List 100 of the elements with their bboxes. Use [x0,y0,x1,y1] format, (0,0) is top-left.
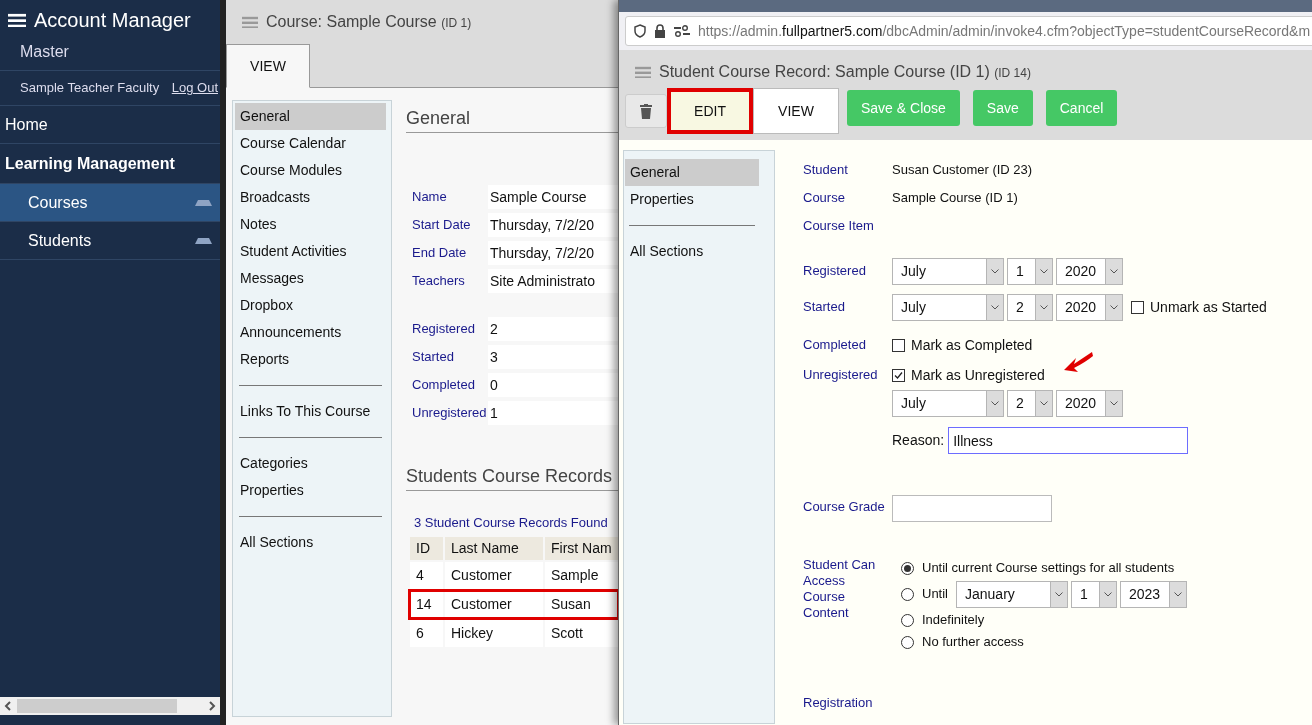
logout-link[interactable]: Log Out [171,78,218,98]
field-label: End Date [411,244,468,263]
dropdown[interactable]: 2020 [1056,258,1123,285]
field-value: Sample Course (ID 1) [892,189,1018,207]
section-nav-item[interactable]: Properties [235,477,386,504]
tab[interactable]: VIEW [753,88,839,134]
record-title: Student Course Record: Sample Course (ID 1) (ID 14) [659,62,1031,82]
section-nav-item[interactable]: Dropbox [235,292,386,319]
count-value: 1 [488,401,618,425]
dropdown[interactable]: July [892,258,1004,285]
dropdown[interactable]: January [956,580,1068,608]
radio-button[interactable] [901,561,914,575]
app-title: Account Manager [34,8,191,33]
count-label: Unregistered [411,404,488,423]
column-header: Last Name [445,536,543,560]
field-label: Student [803,161,849,179]
reason-label: Reason: [892,431,945,450]
dropdown[interactable]: 2020 [1056,294,1123,321]
checkbox[interactable] [892,338,905,352]
sidebar-item[interactable]: Courses [0,184,220,222]
section-nav-item[interactable]: All Sections [625,238,759,265]
records-count: 3 Student Course Records Found [413,514,609,532]
dropdown[interactable]: July [892,294,1004,321]
table-cell: Sample [545,561,618,589]
chevron-left-icon[interactable] [4,701,12,711]
settings-icon[interactable] [674,25,690,37]
user-name: Sample Teacher Faculty [20,79,160,98]
table-cell: 6 [410,619,443,647]
count-value: 0 [488,373,618,397]
column-header: ID [410,536,443,560]
field-label: Unregistered [803,366,879,384]
section-nav-item[interactable]: All Sections [235,529,386,556]
stack-icon [195,237,212,244]
table-cell: Customer [445,561,543,589]
chevron-down-icon [1174,591,1182,597]
field-value: Susan Customer (ID 23) [892,161,1033,179]
section-nav-item[interactable]: Course Calendar [235,130,386,157]
dropdown[interactable]: 2 [1007,390,1053,417]
count-label: Completed [411,376,476,395]
chevron-down-icon [991,401,999,406]
count-value: 3 [488,345,618,369]
field-label: Registration [803,694,873,712]
section-nav-item[interactable]: Announcements [235,319,386,346]
section-nav-item[interactable]: General [235,103,386,130]
chevron-right-icon[interactable] [208,701,216,711]
stack-icon [195,199,212,206]
dropdown[interactable]: 1 [1007,258,1053,285]
field-label: Name [411,188,448,207]
field-value: Sample Course [488,185,618,209]
section-nav-item[interactable]: Broadcasts [235,184,386,211]
checkbox-label: Mark as Unregistered [911,366,1045,385]
field-value: Thursday, 7/2/20 [488,213,618,237]
section-nav-item[interactable]: Notes [235,211,386,238]
radio-button[interactable] [901,613,914,627]
shield-icon[interactable] [634,24,646,38]
table-cell: 14 [410,590,443,618]
table-cell: 4 [410,561,443,589]
menu-icon[interactable] [8,12,26,28]
field-label: Course [803,189,846,207]
dropdown[interactable]: 1 [1071,580,1117,608]
chevron-down-icon [1104,591,1112,597]
field-label: Started [803,298,846,316]
checkbox[interactable] [892,369,905,382]
field-label: Completed [803,336,867,355]
section-nav-item[interactable]: Reports [235,346,386,373]
chevron-down-icon [1055,591,1063,597]
section-nav-item[interactable]: Messages [235,265,386,292]
chevron-down-icon [1040,305,1048,310]
dropdown[interactable]: 2023 [1120,580,1187,608]
delete-button[interactable] [625,94,667,128]
table-cell: Scott [545,619,618,647]
reason-field[interactable]: Illness [948,427,1189,454]
dropdown[interactable]: 2 [1007,294,1053,321]
section-nav-item[interactable]: Categories [235,450,386,477]
table-cell: Susan [545,590,618,618]
radio-label: No further access [922,633,1024,652]
section-nav-item[interactable]: General [625,159,759,186]
dropdown[interactable]: 2020 [1056,390,1123,417]
tab[interactable]: EDIT [667,88,753,134]
radio-button[interactable] [901,635,914,649]
count-label: Started [411,348,455,367]
chevron-down-icon [991,305,999,310]
field-value: Thursday, 7/2/20 [488,241,618,265]
section-nav-item[interactable]: Links To This Course [235,398,386,425]
section-nav-item[interactable]: Student Activities [235,238,386,265]
dropdown[interactable]: July [892,390,1004,417]
count-value: 2 [488,317,618,341]
grade-field[interactable] [892,495,1052,522]
count-label: Registered [411,320,476,339]
section-nav-item[interactable]: Properties [625,186,759,213]
radio-button[interactable] [901,587,914,601]
chevron-down-icon [1110,305,1118,310]
horizontal-scrollbar[interactable] [0,697,220,715]
lock-icon[interactable] [654,24,666,38]
checkbox[interactable] [1131,301,1144,314]
section-nav-item[interactable]: Course Modules [235,157,386,184]
field-label: Course Item [803,217,874,235]
tab[interactable]: VIEW [226,44,310,88]
checkbox-label: Mark as Completed [911,335,1033,355]
trash-icon [640,103,652,119]
